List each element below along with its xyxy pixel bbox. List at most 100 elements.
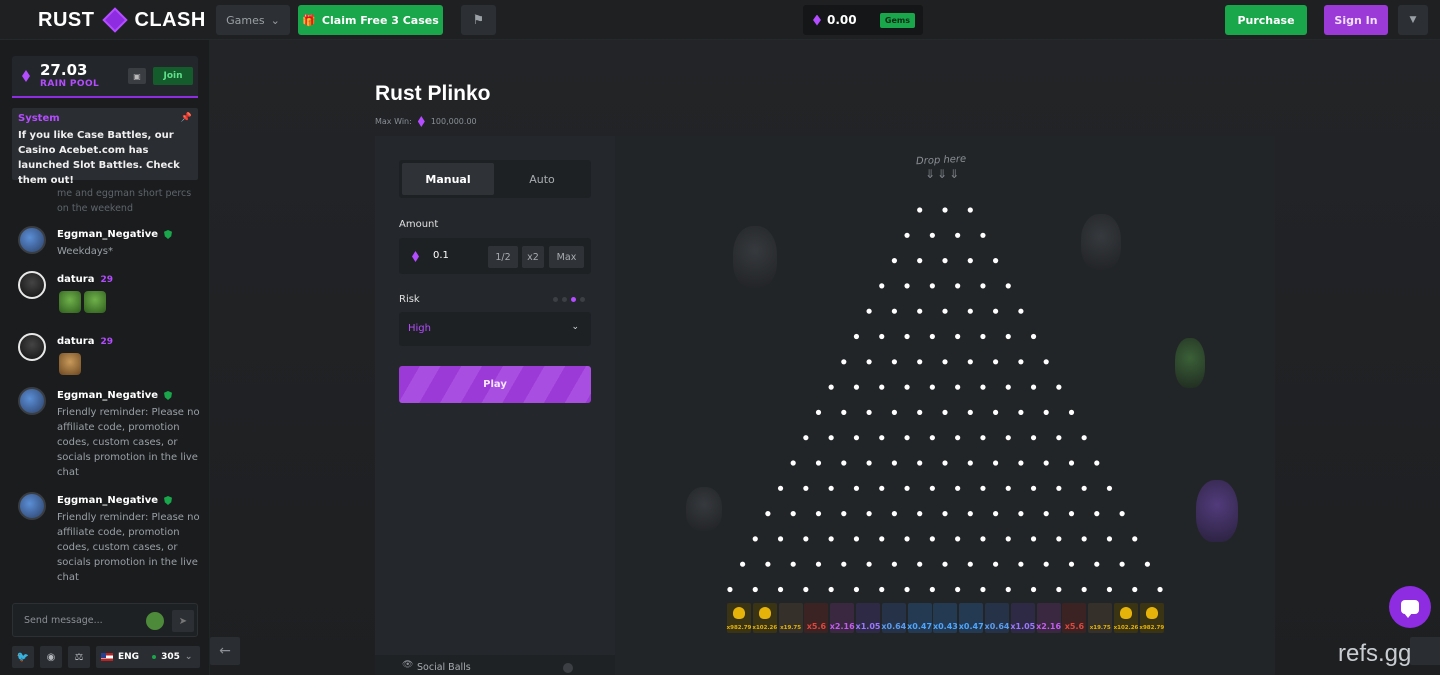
moderator-shield-icon bbox=[164, 496, 173, 505]
chat-username[interactable]: Eggman_Negative bbox=[57, 229, 173, 240]
tab-manual[interactable]: Manual bbox=[402, 163, 494, 195]
rules-icon[interactable]: ⚖ bbox=[68, 646, 90, 668]
support-chat-button[interactable] bbox=[1389, 586, 1431, 628]
system-title: System bbox=[18, 113, 60, 124]
online-count: 305 bbox=[161, 652, 180, 662]
system-text: If you like Case Battles, our Casino Ace… bbox=[18, 130, 180, 186]
skull-icon bbox=[1120, 607, 1132, 619]
chat-username[interactable]: Eggman_Negative bbox=[57, 495, 173, 506]
multiplier-bucket: x0.47 bbox=[907, 603, 932, 633]
emoji-picker-icon[interactable] bbox=[146, 612, 164, 630]
avatar[interactable] bbox=[18, 333, 46, 361]
social-balls-toggle[interactable] bbox=[563, 663, 573, 673]
multiplier-bucket: x19.75 bbox=[778, 603, 803, 633]
chat-input-placeholder: Send message... bbox=[24, 615, 103, 626]
max-win-value: 100,000.00 bbox=[430, 117, 477, 126]
risk-select[interactable]: High ⌄ bbox=[399, 312, 591, 346]
pepe-emote-icon bbox=[59, 291, 81, 313]
amount-value: 0.1 bbox=[433, 250, 449, 261]
chat-text: Friendly reminder: Please no affiliate c… bbox=[57, 512, 200, 583]
top-bar: RUST CLASH Games ⌄ 🎁 Claim Free 3 Cases … bbox=[0, 0, 1440, 40]
join-rain-button[interactable]: Join bbox=[153, 67, 193, 85]
multiplier-value: x5.6 bbox=[806, 622, 827, 631]
multiplier-value: x19.75 bbox=[780, 625, 802, 631]
multiplier-bucket: x0.64 bbox=[985, 603, 1009, 633]
multiplier-bucket: x1.05 bbox=[1010, 603, 1035, 633]
dot bbox=[580, 297, 585, 302]
logo[interactable]: RUST CLASH bbox=[38, 7, 206, 33]
chest-icon[interactable]: ▣ bbox=[128, 68, 146, 84]
menu-dropdown-button[interactable]: ▼ bbox=[1398, 5, 1428, 35]
amount-label: Amount bbox=[399, 219, 439, 230]
multiplier-bucket: x982.79 bbox=[1139, 603, 1164, 633]
dot bbox=[562, 297, 567, 302]
chat-input-box[interactable]: Send message... ➤ bbox=[12, 603, 198, 637]
sign-in-button[interactable]: Sign In bbox=[1324, 5, 1388, 35]
eye-icon: 👁 bbox=[402, 660, 414, 670]
multiplier-value: x0.64 bbox=[984, 622, 1010, 631]
double-button[interactable]: x2 bbox=[522, 246, 544, 268]
chat-username[interactable]: Eggman_Negative bbox=[57, 390, 173, 401]
multiplier-bucket: x2.16 bbox=[830, 603, 855, 633]
games-dropdown-button[interactable]: Games ⌄ bbox=[216, 5, 290, 35]
multiplier-bucket: x2.16 bbox=[1036, 603, 1061, 633]
skull-icon bbox=[758, 607, 771, 619]
avatar[interactable] bbox=[18, 226, 46, 254]
social-balls-toggle-row: 👁 Social Balls bbox=[375, 655, 615, 675]
collapse-sidebar-button[interactable]: ← bbox=[210, 637, 240, 665]
chat-sidebar: 27.03 RAIN POOL ▣ Join System 📌 If you l… bbox=[0, 40, 210, 675]
balance-display: 0.00 Gems bbox=[803, 5, 923, 35]
gem-icon bbox=[813, 14, 821, 26]
multiplier-value: x982.79 bbox=[726, 625, 752, 631]
chat-username[interactable]: datura 29 bbox=[57, 274, 113, 285]
multiplier-value: x0.64 bbox=[881, 622, 907, 631]
username-text: Eggman_Negative bbox=[57, 495, 159, 506]
chevron-down-icon: ⌄ bbox=[270, 13, 280, 27]
risk-label: Risk bbox=[399, 294, 420, 305]
purchase-button[interactable]: Purchase bbox=[1225, 5, 1307, 35]
arrow-left-icon: ← bbox=[219, 643, 231, 659]
username-text: Eggman_Negative bbox=[57, 229, 159, 240]
chevron-down-icon: ⌄ bbox=[571, 322, 579, 332]
pepe-emote-icon bbox=[84, 291, 106, 313]
twitter-icon[interactable]: 🐦 bbox=[12, 646, 34, 668]
language-selector[interactable]: ENG 305 ⌄ bbox=[96, 646, 200, 668]
amount-input[interactable]: 0.1 1/2 x2 Max bbox=[399, 238, 591, 274]
discord-icon[interactable]: ◉ bbox=[40, 646, 62, 668]
race-flag-button[interactable]: ⚑ bbox=[461, 5, 496, 35]
watermark: refs.gg bbox=[1338, 640, 1412, 667]
sidebar-footer: 🐦 ◉ ⚖ ENG 305 ⌄ bbox=[12, 646, 200, 668]
pin-icon: 📌 bbox=[180, 113, 192, 123]
play-button[interactable]: Play bbox=[399, 366, 591, 403]
system-message: System 📌 If you like Case Battles, our C… bbox=[12, 108, 198, 186]
chat-username[interactable]: datura 29 bbox=[57, 336, 113, 347]
multiplier-bucket: x0.64 bbox=[881, 603, 907, 633]
risk-value: High bbox=[408, 323, 431, 334]
multiplier-bucket: x5.6 bbox=[1062, 603, 1087, 633]
page-title: Rust Plinko bbox=[375, 82, 491, 105]
dot-active bbox=[571, 297, 576, 302]
claim-free-cases-button[interactable]: 🎁 Claim Free 3 Cases bbox=[298, 5, 443, 35]
language-label: ENG bbox=[118, 652, 140, 662]
send-button[interactable]: ➤ bbox=[172, 610, 194, 632]
half-button[interactable]: 1/2 bbox=[488, 246, 518, 268]
gem-icon bbox=[412, 251, 419, 262]
logo-text-left: RUST bbox=[38, 8, 95, 31]
multiplier-bucket: x19.75 bbox=[1088, 603, 1113, 633]
multiplier-bucket: x102.26 bbox=[1114, 603, 1138, 633]
max-win: Max Win: 100,000.00 bbox=[375, 116, 477, 127]
avatar[interactable] bbox=[18, 492, 46, 520]
rain-pool-amount: 27.03 bbox=[40, 61, 88, 79]
avatar[interactable] bbox=[18, 271, 46, 299]
max-button[interactable]: Max bbox=[549, 246, 584, 268]
mask-decoration-icon bbox=[733, 226, 777, 288]
multiplier-value: x102.26 bbox=[1113, 625, 1139, 631]
chat-bubble-icon bbox=[1401, 600, 1419, 618]
chat-text: Friendly reminder: Please no affiliate c… bbox=[57, 407, 200, 478]
tab-auto[interactable]: Auto bbox=[496, 163, 588, 195]
corner-button[interactable] bbox=[1410, 637, 1440, 665]
multiplier-value: x0.43 bbox=[932, 622, 958, 631]
multiplier-bucket: x982.79 bbox=[727, 603, 751, 633]
avatar[interactable] bbox=[18, 387, 46, 415]
risk-level-dots bbox=[553, 297, 585, 302]
